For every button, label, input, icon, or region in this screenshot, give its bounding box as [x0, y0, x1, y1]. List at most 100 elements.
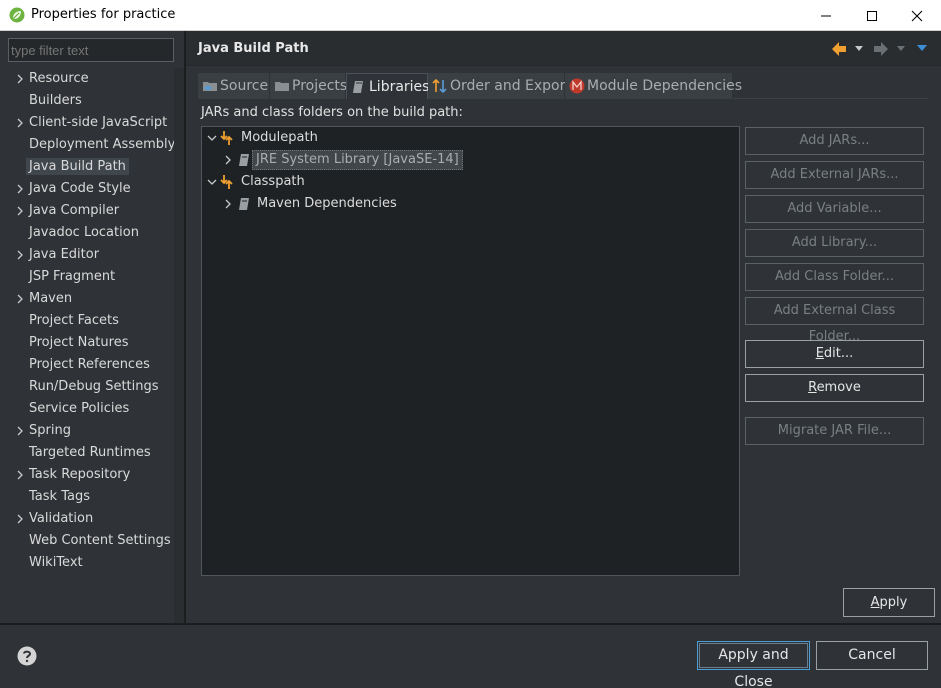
tree-label-maven-dependencies: Maven Dependencies	[257, 196, 397, 211]
sidebar-item-label: Java Code Style	[29, 181, 131, 196]
tree-item-modulepath[interactable]: Modulepath	[206, 127, 726, 149]
navigation-scrollbar[interactable]	[174, 68, 184, 623]
tab-module-dependencies-label: Module Dependencies	[587, 78, 742, 94]
tab-libraries[interactable]: Libraries	[346, 73, 430, 99]
view-menu-icon[interactable]	[916, 44, 928, 53]
expand-chevron-icon[interactable]	[15, 178, 25, 200]
expanded-chevron-icon[interactable]	[206, 171, 218, 193]
sidebar-item-java-build-path[interactable]: Java Build Path	[8, 156, 174, 178]
sidebar-item-project-references[interactable]: Project References	[8, 354, 174, 376]
sidebar-item-label: Targeted Runtimes	[29, 445, 151, 460]
tree-item-jre-system-library[interactable]: JRE System Library [JavaSE-14]	[222, 149, 732, 171]
expand-chevron-icon[interactable]	[15, 420, 25, 442]
sidebar-item-javadoc-location[interactable]: Javadoc Location	[8, 222, 174, 244]
tab-source[interactable]: Source	[198, 73, 270, 99]
collapsed-chevron-icon[interactable]	[222, 193, 234, 215]
help-icon[interactable]	[17, 646, 37, 666]
sidebar-item-jsp-fragment[interactable]: JSP Fragment	[8, 266, 174, 288]
sidebar-item-java-compiler[interactable]: Java Compiler	[8, 200, 174, 222]
forward-history-dropdown-icon[interactable]	[896, 45, 906, 53]
sidebar-item-label: Run/Debug Settings	[29, 379, 159, 394]
add-library-button[interactable]: Add Library...	[745, 229, 924, 257]
expand-chevron-icon[interactable]	[15, 68, 25, 90]
apply-button[interactable]: Apply	[843, 588, 935, 617]
edit-button[interactable]: Edit...	[745, 340, 924, 368]
sidebar-item-targeted-runtimes[interactable]: Targeted Runtimes	[8, 442, 174, 464]
tree-label-classpath: Classpath	[241, 174, 305, 189]
forward-arrow-icon[interactable]	[872, 40, 890, 58]
modulepath-icon	[220, 131, 233, 145]
sidebar-item-label: Resource	[29, 71, 89, 86]
expand-chevron-icon[interactable]	[15, 200, 25, 222]
add-external-jars-button[interactable]: Add External JARs...	[745, 161, 924, 189]
collapsed-chevron-icon[interactable]	[222, 149, 234, 171]
tree-label-modulepath: Modulepath	[241, 130, 318, 145]
tree-item-classpath[interactable]: Classpath	[206, 171, 726, 193]
sidebar-item-label: Deployment Assembly	[29, 137, 176, 152]
remove-button-mnemonic: R	[808, 380, 817, 395]
remove-button[interactable]: Remove	[745, 374, 924, 402]
expanded-chevron-icon[interactable]	[206, 127, 218, 149]
filter-input[interactable]	[8, 38, 174, 62]
close-button[interactable]	[894, 0, 940, 31]
add-jars-button[interactable]: Add JARs...	[745, 127, 924, 155]
property-navigation-pane: Resource Builders Client-side JavaScript De…	[0, 31, 184, 623]
sidebar-item-java-editor[interactable]: Java Editor	[8, 244, 174, 266]
spring-leaf-icon	[9, 7, 25, 23]
add-class-folder-button[interactable]: Add Class Folder...	[745, 263, 924, 291]
sidebar-item-service-policies[interactable]: Service Policies	[8, 398, 174, 420]
sidebar-item-label: WikiText	[29, 555, 83, 570]
sidebar-item-label: Task Tags	[29, 489, 90, 504]
migrate-jar-file-button[interactable]: Migrate JAR File...	[745, 417, 924, 445]
sidebar-item-deployment-assembly[interactable]: Deployment Assembly	[8, 134, 176, 156]
maximize-button[interactable]	[849, 0, 895, 31]
sidebar-item-maven[interactable]: Maven	[8, 288, 174, 310]
sidebar-item-web-content-settings[interactable]: Web Content Settings	[8, 530, 174, 552]
apply-and-close-button[interactable]: Apply and Close	[697, 641, 810, 688]
build-path-description: JARs and class folders on the build path…	[201, 105, 463, 120]
sidebar-item-spring[interactable]: Spring	[8, 420, 174, 442]
expand-chevron-icon[interactable]	[15, 288, 25, 310]
library-book-icon	[353, 81, 363, 93]
tab-source-label: Source	[220, 78, 269, 94]
sidebar-item-label: Task Repository	[29, 467, 131, 482]
back-arrow-icon[interactable]	[830, 40, 848, 58]
property-page-list: Resource Builders Client-side JavaScript De…	[8, 68, 176, 574]
java-build-path-page: Java Build Path Source Projects Librarie…	[186, 31, 941, 623]
sidebar-item-client-side-javascript[interactable]: Client-side JavaScript	[8, 112, 174, 134]
build-path-tree[interactable]: Modulepath JRE System Library [JavaSE-14…	[201, 126, 740, 576]
expand-chevron-icon[interactable]	[15, 244, 25, 266]
sidebar-item-run-debug-settings[interactable]: Run/Debug Settings	[8, 376, 174, 398]
sidebar-item-label: Validation	[29, 511, 94, 526]
sidebar-item-label: Java Build Path	[26, 158, 129, 175]
library-icon	[239, 198, 249, 210]
add-external-class-folder-button[interactable]: Add External Class Folder...	[745, 297, 924, 344]
tab-projects[interactable]: Projects	[270, 73, 347, 99]
minimize-button[interactable]	[803, 0, 849, 31]
sidebar-item-task-repository[interactable]: Task Repository	[8, 464, 174, 486]
sidebar-item-resource[interactable]: Resource	[8, 68, 174, 90]
sidebar-item-label: Java Compiler	[29, 203, 120, 218]
add-variable-button[interactable]: Add Variable...	[745, 195, 924, 223]
tab-module-dependencies[interactable]: Module Dependencies	[565, 73, 742, 99]
tree-item-maven-dependencies[interactable]: Maven Dependencies	[222, 193, 732, 215]
cancel-button[interactable]: Cancel	[816, 641, 928, 670]
library-icon	[239, 154, 249, 166]
classpath-icon	[220, 175, 233, 189]
module-m-icon	[569, 78, 585, 94]
sidebar-item-task-tags[interactable]: Task Tags	[8, 486, 174, 508]
expand-chevron-icon[interactable]	[15, 508, 25, 530]
sidebar-item-label: Javadoc Location	[29, 225, 139, 240]
remove-button-label: emove	[816, 380, 861, 395]
tab-libraries-label: Libraries	[369, 79, 430, 95]
sidebar-item-java-code-style[interactable]: Java Code Style	[8, 178, 174, 200]
sidebar-item-validation[interactable]: Validation	[8, 508, 174, 530]
back-history-dropdown-icon[interactable]	[854, 45, 864, 53]
sidebar-item-builders[interactable]: Builders	[8, 90, 174, 112]
sidebar-item-wikitext[interactable]: WikiText	[8, 552, 174, 574]
expand-chevron-icon[interactable]	[15, 112, 25, 134]
tab-order-and-export[interactable]: Order and Export	[428, 73, 571, 99]
expand-chevron-icon[interactable]	[15, 464, 25, 486]
sidebar-item-project-natures[interactable]: Project Natures	[8, 332, 174, 354]
sidebar-item-project-facets[interactable]: Project Facets	[8, 310, 174, 332]
